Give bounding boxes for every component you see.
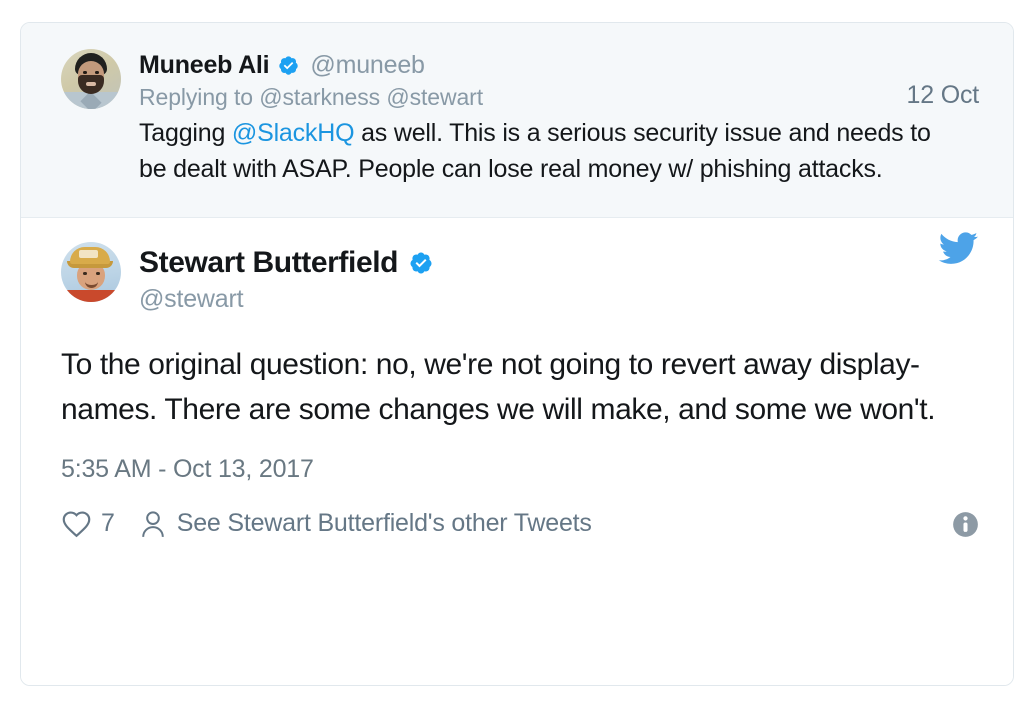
parent-tweet-identity: Muneeb Ali @muneeb Replying to @starknes… <box>139 49 979 187</box>
avatar-eye-left <box>83 71 87 74</box>
main-tweet-identity: Stewart Butterfield @stewart <box>139 242 433 314</box>
avatar-eye-left <box>83 272 87 275</box>
stewart-butterfield-avatar[interactable] <box>61 242 121 302</box>
main-tweet-header: Stewart Butterfield @stewart <box>61 242 979 314</box>
main-name-row: Stewart Butterfield <box>139 246 433 280</box>
verified-badge-icon <box>279 56 299 75</box>
slackhq-mention-link[interactable]: @SlackHQ <box>232 119 355 147</box>
parent-tweet-body: Tagging @SlackHQ as well. This is a seri… <box>139 115 939 187</box>
parent-tweet-date[interactable]: 12 Oct <box>907 81 980 110</box>
person-icon <box>141 510 164 537</box>
parent-handle[interactable]: @muneeb <box>310 51 425 80</box>
main-tweet[interactable]: Stewart Butterfield @stewart To the orig… <box>21 218 1013 685</box>
parent-tweet-header: Muneeb Ali @muneeb Replying to @starknes… <box>61 49 979 187</box>
main-display-name[interactable]: Stewart Butterfield <box>139 246 399 280</box>
muneeb-ali-avatar[interactable] <box>61 49 121 109</box>
see-other-tweets-link[interactable]: See Stewart Butterfield's other Tweets <box>177 509 592 538</box>
main-tweet-body: To the original question: no, we're not … <box>61 348 936 426</box>
parent-tweet[interactable]: 12 Oct Muneeb Ali @muneeb Replying to @s… <box>21 23 1013 218</box>
avatar-shirt <box>61 290 121 302</box>
avatar-eye-right <box>96 272 100 275</box>
tweet-footer: 7 See Stewart Butterfield's other Tweets <box>61 509 979 538</box>
avatar-mouth <box>86 82 96 86</box>
avatar-cap-patch <box>79 250 98 258</box>
tweet-embed-page: 12 Oct Muneeb Ali @muneeb Replying to @s… <box>0 0 1034 708</box>
replying-to-label[interactable]: Replying to @starkness @stewart <box>139 84 979 111</box>
like-count: 7 <box>101 509 115 537</box>
twitter-bird-icon[interactable] <box>933 228 983 270</box>
tweet-card: 12 Oct Muneeb Ali @muneeb Replying to @s… <box>20 22 1014 686</box>
parent-name-row: Muneeb Ali @muneeb <box>139 51 979 80</box>
parent-body-text-before: Tagging <box>139 119 232 147</box>
tweet-timestamp[interactable]: 5:35 AM - Oct 13, 2017 <box>61 455 979 484</box>
info-icon[interactable] <box>952 511 979 538</box>
heart-icon[interactable] <box>61 510 92 538</box>
avatar-eye-right <box>95 71 99 74</box>
parent-display-name[interactable]: Muneeb Ali <box>139 51 270 80</box>
main-handle[interactable]: @stewart <box>139 285 433 314</box>
verified-badge-icon <box>410 252 432 274</box>
